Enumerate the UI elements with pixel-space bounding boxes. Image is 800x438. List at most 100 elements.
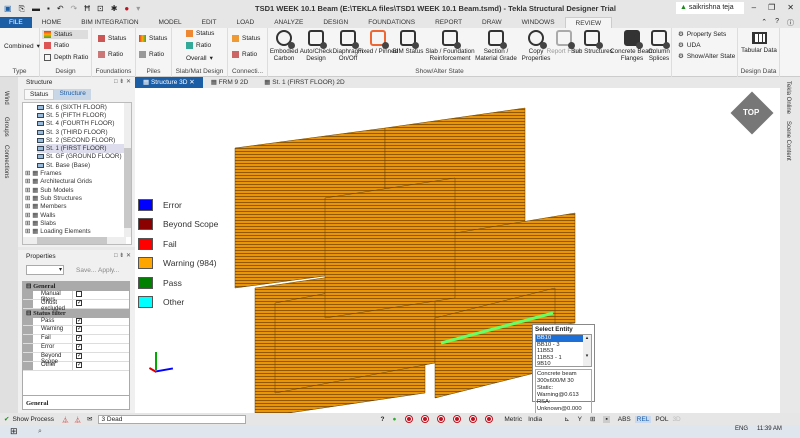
panel-controls[interactable]: □ ⇟ ✕	[114, 78, 131, 85]
envelope-icon[interactable]: ✉	[87, 415, 92, 423]
show-process-button[interactable]: Show Process	[12, 416, 54, 423]
section-material-grade-button[interactable]: Section / Material Grade	[474, 30, 518, 62]
mode-rel[interactable]: REL	[634, 415, 652, 423]
tree-item-floor[interactable]: St. 6 (SIXTH FLOOR)	[37, 103, 131, 111]
snap-icon[interactable]: ⊾	[564, 415, 569, 423]
slab-foundation-reinforcement-button[interactable]: Slab / Foundation Reinforcement	[424, 30, 476, 62]
filter-icon[interactable]: Y	[578, 416, 582, 423]
tree-item-group[interactable]: ⊞ ▦ Sub Structures	[25, 194, 131, 202]
load-icon[interactable]: ⏅	[62, 414, 69, 424]
design-status-button[interactable]: Status	[42, 30, 88, 39]
tree-scrollbar[interactable]	[124, 103, 131, 237]
tree-item-group[interactable]: ⊞ ▦ Walls	[25, 211, 131, 219]
tabular-data-button[interactable]: Tabular Data	[737, 30, 781, 54]
customize-dropdown-icon[interactable]: ▾	[136, 4, 140, 13]
tab-file[interactable]: FILE	[0, 17, 32, 28]
search-icon[interactable]: ⌕	[38, 428, 42, 436]
vtab-scene-content[interactable]: Scene Content	[785, 121, 791, 161]
tab-foundations[interactable]: FOUNDATIONS	[358, 17, 425, 28]
open-folder-icon[interactable]: ▬	[32, 4, 40, 13]
tab-home[interactable]: HOME	[32, 17, 72, 28]
property-checkbox[interactable]: ✓	[76, 326, 82, 333]
tab-edit[interactable]: EDIT	[192, 17, 227, 28]
collapse-ribbon-icon[interactable]: ⌃	[761, 18, 767, 28]
property-checkbox[interactable]: ✓	[76, 362, 82, 369]
record-icon[interactable]	[405, 415, 414, 423]
load-alt-icon[interactable]: ⏅	[75, 414, 82, 424]
tab-bim-integration[interactable]: BIM INTEGRATION	[71, 17, 148, 28]
tree-item-floor[interactable]: St. 3 (THIRD FLOOR)	[37, 128, 131, 136]
language-indicator[interactable]: ENG	[735, 426, 748, 432]
tree-item-floor[interactable]: St. Base (Base)	[37, 161, 131, 169]
mode-3d[interactable]: 3D	[672, 416, 680, 423]
gear-icon[interactable]: ✱	[111, 4, 118, 13]
tab-design[interactable]: DESIGN	[313, 17, 358, 28]
tab-load[interactable]: LOAD	[226, 17, 264, 28]
binoculars-icon[interactable]: Ħ	[84, 4, 90, 13]
design-ratio-button[interactable]: Ratio	[44, 42, 69, 49]
tree-item-floor[interactable]: St. GF (GROUND FLOOR)	[37, 153, 131, 161]
record-icon[interactable]	[437, 415, 446, 423]
region-button[interactable]: India	[528, 416, 542, 423]
depth-ratio-button[interactable]: Depth Ratio	[44, 54, 88, 61]
property-checkbox[interactable]: ✓	[76, 335, 82, 342]
property-sets-button[interactable]: ⚙ Property Sets	[678, 30, 726, 39]
tab-report[interactable]: REPORT	[425, 17, 472, 28]
record-icon[interactable]	[453, 415, 462, 423]
layer-icon[interactable]: ▪	[603, 415, 610, 423]
tab-structure[interactable]: Structure	[54, 89, 91, 100]
properties-preset-select[interactable]: ▾	[26, 265, 64, 275]
3d-viewport[interactable]: Error Beyond Scope Fail Warning (984) Pass Ot…	[135, 88, 780, 415]
grid-icon[interactable]: ⊞	[590, 415, 595, 423]
tree-hscrollbar[interactable]	[23, 237, 126, 244]
ok-status-icon[interactable]: ●	[392, 416, 396, 423]
redo-icon[interactable]: ↷	[71, 4, 78, 13]
combined-dropdown[interactable]: Combined ▾	[4, 42, 40, 51]
connection-status-button[interactable]: Status	[232, 35, 260, 42]
doc-tab-structure-3d[interactable]: ▦ Structure 3D ✕	[135, 77, 203, 88]
clock[interactable]: 11:39 AM	[757, 426, 782, 432]
vtab-connections[interactable]: Connections	[3, 145, 9, 178]
tree-item-group[interactable]: ⊞ ▦ Sub Models	[25, 186, 131, 194]
tree-item-group[interactable]: ⊞ ▦ Architectural Grids	[25, 178, 131, 186]
property-checkbox[interactable]: ✓	[76, 353, 82, 360]
doc-tab-frm9-2d[interactable]: ▦ FRM 9 2D	[203, 77, 257, 88]
property-checkbox[interactable]: ✓	[76, 299, 82, 306]
structure-3d-model[interactable]	[135, 88, 780, 413]
property-checkbox[interactable]: ✓	[76, 344, 82, 351]
entity-list[interactable]: BB10 BB10 - 3 11B53 11B53 - 1 9B10 ▴ ▾	[535, 334, 592, 367]
tree-item-group[interactable]: ⊞ ▦ Members	[25, 203, 131, 211]
vtab-wind[interactable]: Wind	[3, 91, 9, 105]
piles-ratio-button[interactable]: Ratio	[139, 51, 164, 58]
record-icon[interactable]	[469, 415, 478, 423]
info-icon[interactable]: ⓘ	[787, 18, 794, 28]
tab-review[interactable]: REVIEW	[564, 17, 613, 28]
tab-analyze[interactable]: ANALYZE	[264, 17, 313, 28]
mode-pol[interactable]: POL	[655, 416, 668, 423]
tab-draw[interactable]: DRAW	[472, 17, 512, 28]
loadcase-select[interactable]: 3 Dead	[98, 414, 247, 424]
general-section-header[interactable]: ⊟ General	[23, 282, 129, 291]
connection-ratio-button[interactable]: Ratio	[232, 51, 257, 58]
uda-button[interactable]: ⚙ UDA	[678, 41, 701, 50]
vtab-tekla-online[interactable]: Tekla Online	[785, 81, 791, 114]
new-icon[interactable]: ⎘	[19, 4, 25, 14]
doc-tab-st1-2d[interactable]: ▦ St. 1 (FIRST FLOOR) 2D	[256, 77, 352, 88]
undo-icon[interactable]: ↶	[57, 4, 64, 13]
tree-item-group[interactable]: ⊞ ▦ Loading Elements	[25, 227, 131, 235]
start-icon[interactable]: ⊞	[10, 426, 18, 437]
save-icon[interactable]: ▪	[47, 4, 50, 13]
column-splices-button[interactable]: Column Splices	[642, 30, 676, 62]
help-icon[interactable]: ?	[380, 416, 384, 423]
save-button[interactable]: Save...	[76, 267, 96, 274]
piles-status-button[interactable]: Status	[139, 35, 167, 42]
mode-abs[interactable]: ABS	[618, 416, 631, 423]
entity-list-item[interactable]: 9B10	[536, 361, 588, 368]
panel-controls[interactable]: □ ⇟ ✕	[114, 252, 131, 259]
apply-button[interactable]: Apply...	[98, 267, 119, 274]
tree-item-floor[interactable]: St. 4 (FOURTH FLOOR)	[37, 120, 131, 128]
tree-item-floor[interactable]: St. 1 (FIRST FLOOR)	[37, 144, 131, 153]
tab-model[interactable]: MODEL	[149, 17, 192, 28]
expand-icon[interactable]: ⊞	[25, 187, 30, 194]
expand-icon[interactable]: ⊞	[25, 212, 30, 219]
